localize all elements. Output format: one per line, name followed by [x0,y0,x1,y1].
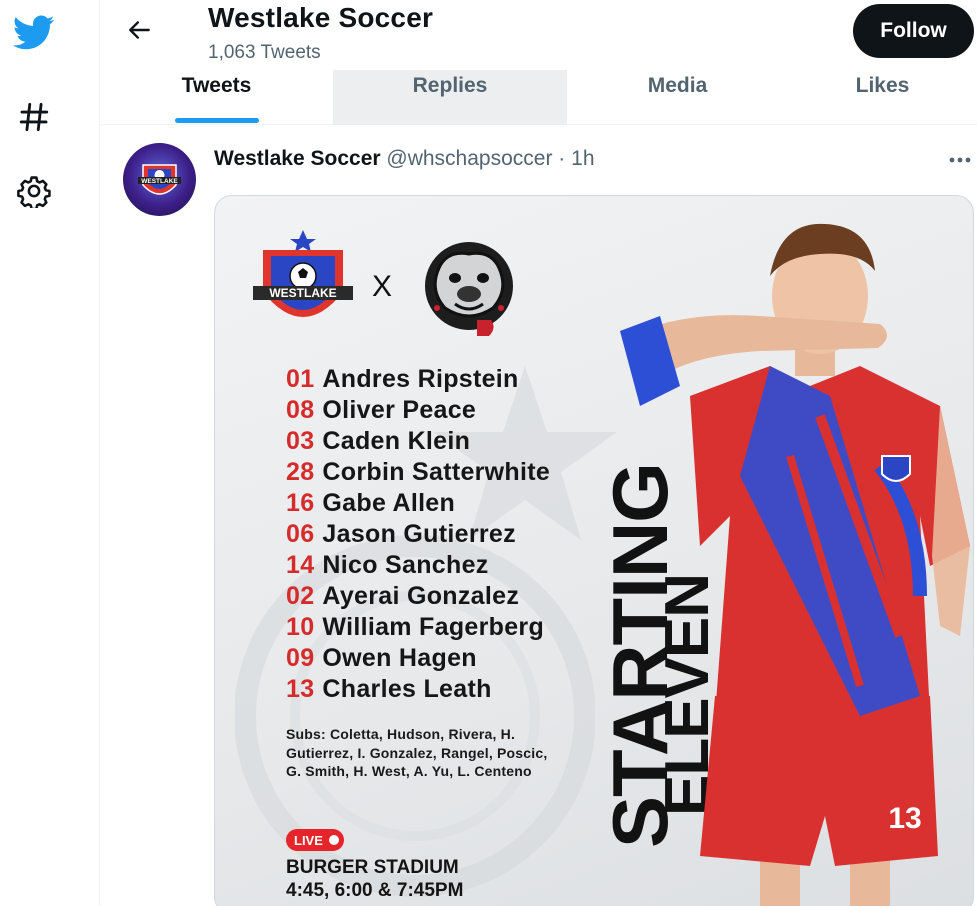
westlake-crest-logo: WESTLAKE [253,230,353,317]
roster-entry: 13 Charles Leath [286,674,550,705]
tab-replies[interactable]: Replies [333,70,567,125]
player-number: 01 [286,365,315,393]
player-number: 02 [286,582,315,610]
profile-header: Westlake Soccer 1,063 Tweets Follow Twee… [100,0,977,125]
player-name: Corbin Satterwhite [322,458,551,486]
active-tab-indicator [175,118,259,123]
svg-text:WESTLAKE: WESTLAKE [141,178,178,185]
tweet-media-image[interactable]: WESTLAKE X 01 Andres Ripstein 08 Oliver Pe… [214,195,974,906]
live-badge: LIVE [286,829,344,851]
player-name: Nico Sanchez [322,551,489,579]
roster-entry: 28 Corbin Satterwhite [286,457,550,488]
tab-likes[interactable]: Likes [788,70,977,125]
settings-link[interactable] [12,169,56,213]
bulldog-opponent-logo [425,242,513,336]
player-number: 08 [286,396,315,424]
explore-link[interactable] [12,95,56,139]
player-name: Oliver Peace [322,396,477,424]
roster-entry: 02 Ayerai Gonzalez [286,581,550,612]
player-name: Caden Klein [322,427,471,455]
separator-dot: · [558,147,566,170]
versus-x: X [372,270,393,303]
roster-entry: 08 Oliver Peace [286,395,550,426]
player-number: 10 [286,613,315,641]
profile-tabs: Tweets Replies Media Likes [100,70,977,125]
hashtag-icon [17,100,51,134]
tab-tweets[interactable]: Tweets [100,70,333,125]
player-name: Charles Leath [322,675,492,703]
venue-text: BURGER STADIUM [286,857,459,878]
live-dot-icon [329,835,339,845]
tweet-timestamp[interactable]: 1h [571,147,594,170]
page-title: Westlake Soccer [208,2,434,33]
tab-media[interactable]: Media [567,70,788,125]
player-name: William Fagerberg [322,613,545,641]
tweet-author-line: Westlake Soccer @whschapsoccer · 1h [214,147,595,171]
player-name: Owen Hagen [322,644,477,672]
more-options-button[interactable] [942,145,977,175]
roster-entry: 06 Jason Gutierrez [286,519,550,550]
back-button[interactable] [120,12,160,52]
player-name: Gabe Allen [322,489,456,517]
tweet-author-name[interactable]: Westlake Soccer [214,147,381,170]
roster-entry: 09 Owen Hagen [286,643,550,674]
tweet-author-handle[interactable]: @whschapsoccer [386,147,552,170]
player-name: Jason Gutierrez [322,520,516,548]
starting-roster-list: 01 Andres Ripstein 08 Oliver Peace 03 Caden… [286,364,550,705]
player-number: 14 [286,551,315,579]
match-times-text: 4:45, 6:00 & 7:45PM [286,880,464,901]
player-number: 06 [286,520,315,548]
gear-icon [17,174,51,208]
player-number: 16 [286,489,315,517]
live-label: LIVE [294,832,323,848]
arrow-left-icon [127,17,153,48]
roster-entry: 10 William Fagerberg [286,612,550,643]
roster-entry: 03 Caden Klein [286,426,550,457]
left-nav-rail [0,0,100,906]
player-number: 13 [286,675,315,703]
roster-entry: 01 Andres Ripstein [286,364,550,395]
avatar[interactable]: WESTLAKE [123,143,196,216]
player-number: 03 [286,427,315,455]
follow-button[interactable]: Follow [853,4,974,58]
twitter-home-link[interactable] [12,11,56,55]
twitter-bird-icon [13,15,55,51]
roster-entry: 16 Gabe Allen [286,488,550,519]
player-name: Andres Ripstein [322,365,519,393]
player-name: Ayerai Gonzalez [322,582,520,610]
crest-wordmark: WESTLAKE [269,286,336,300]
shorts-number: 13 [888,802,921,835]
roster-entry: 14 Nico Sanchez [286,550,550,581]
player-photo: 13 [620,223,970,906]
player-number: 28 [286,458,315,486]
player-number: 09 [286,644,315,672]
substitutes-text: Subs: Coletta, Hudson, Rivera, H. Gutier… [286,726,548,780]
ellipsis-icon [948,151,972,169]
tweet-count: 1,063 Tweets [208,42,321,63]
